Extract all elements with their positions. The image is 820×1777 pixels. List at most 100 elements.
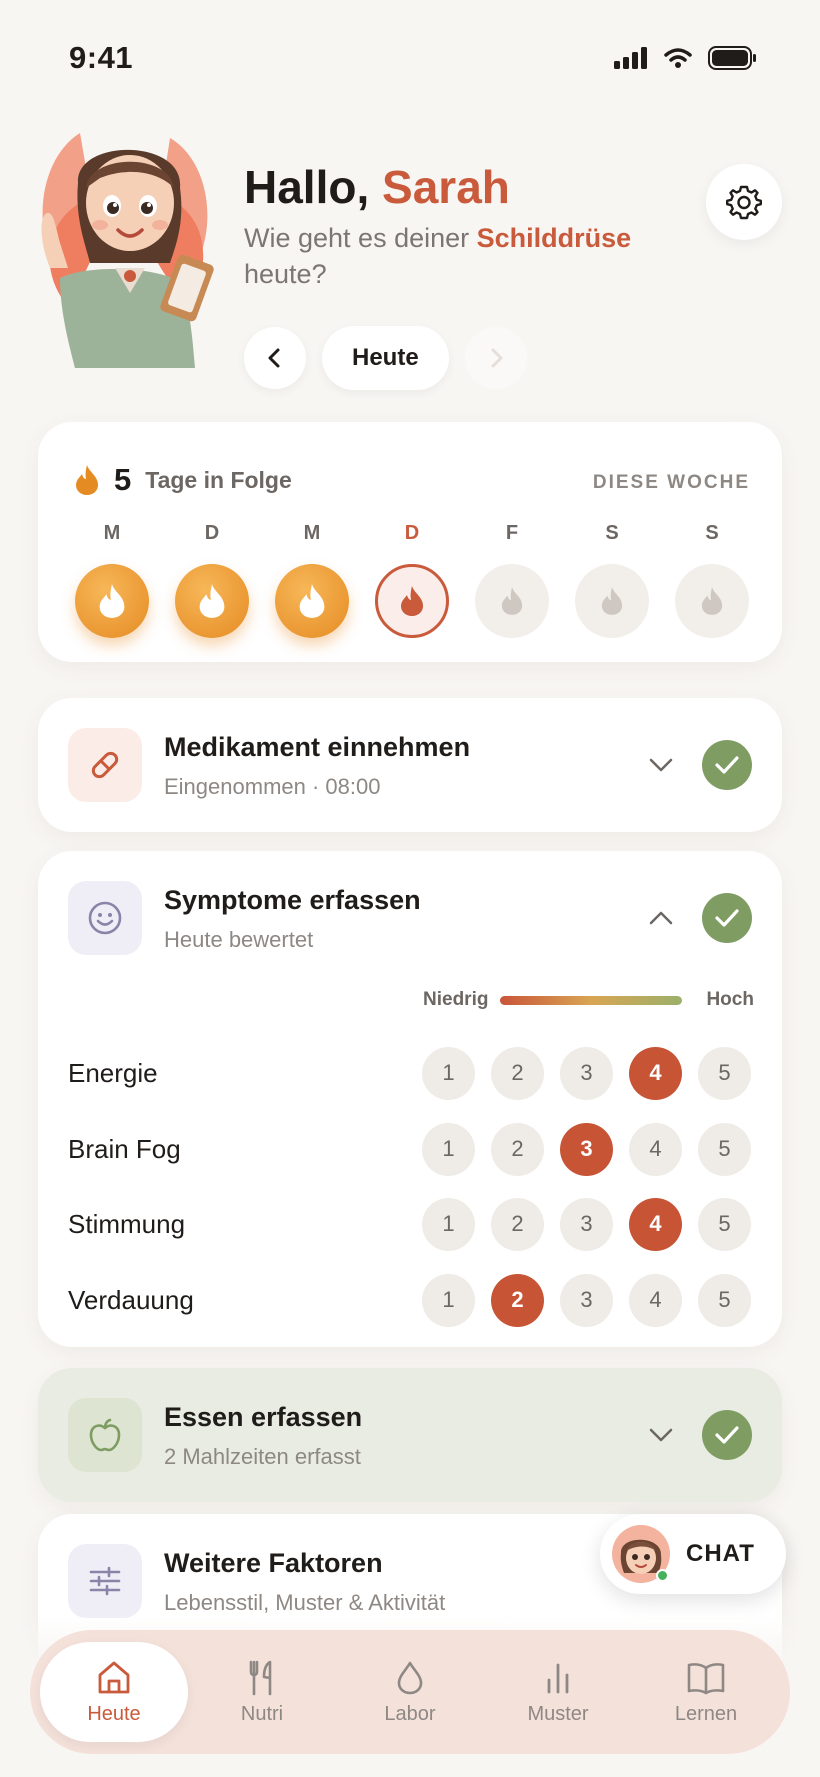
chevron-down-icon [649, 1428, 673, 1442]
drop-icon [397, 1661, 423, 1694]
nav-label: Muster [527, 1702, 589, 1725]
subtitle-before: Wie geht es deiner [244, 223, 470, 253]
nav-label: Labor [384, 1702, 436, 1725]
check-icon [715, 909, 739, 927]
expand-button[interactable] [646, 750, 676, 780]
day-letter: D [204, 522, 220, 544]
symptom-label: Stimmung [68, 1208, 186, 1239]
day-0: M [74, 522, 150, 638]
streak-card: 5 Tage in Folge DIESE WOCHE M D M D F S S [38, 422, 782, 662]
online-indicator [656, 1569, 669, 1582]
flame-icon [601, 587, 623, 615]
nav-item-lernen[interactable]: Lernen [632, 1642, 780, 1742]
subtitle-after: heute? [244, 259, 327, 289]
day-1: D [174, 522, 250, 638]
day-letter: S [705, 522, 719, 544]
rating-options: 12345 [422, 1273, 751, 1327]
chevron-right-icon [491, 348, 503, 368]
rating-option-1[interactable]: 1 [422, 1197, 475, 1251]
completed-check[interactable] [702, 740, 752, 790]
scale-gradient-bar [500, 995, 683, 1005]
week-days: MDMDFSS [74, 522, 750, 638]
bar-chart-icon [547, 1663, 569, 1693]
rating-option-5[interactable]: 5 [698, 1273, 751, 1327]
status-bar: 9:41 [0, 0, 820, 110]
flame-icon [76, 465, 98, 495]
nav-item-heute[interactable]: Heute [40, 1642, 188, 1742]
rating-option-4[interactable]: 4 [629, 1273, 682, 1327]
next-day-button[interactable] [464, 327, 527, 389]
day-3: D [374, 522, 450, 638]
day-status-done [275, 564, 349, 638]
task-card-food[interactable]: Essen erfassen 2 Mahlzeiten erfasst [38, 1368, 782, 1502]
symptom-row: Brain Fog 1 2 3 4 5 [68, 1121, 752, 1177]
rating-option-1[interactable]: 1 [422, 1273, 475, 1327]
day-letter: S [605, 522, 619, 544]
greeting-heading: Hallo, Sarah [244, 160, 510, 214]
flame-icon [299, 584, 325, 618]
rating-option-4[interactable]: 4 [629, 1197, 682, 1251]
rating-option-3[interactable]: 3 [560, 1046, 613, 1100]
greeting-subtitle: Wie geht es deiner Schilddrüse heute? [244, 220, 664, 292]
task-subtitle: Eingenommen · 08:00 [164, 774, 381, 799]
flame-icon [501, 587, 523, 615]
completed-check[interactable] [702, 893, 752, 943]
day-letter: M [103, 522, 121, 544]
day-6: S [674, 522, 750, 638]
rating-option-1[interactable]: 1 [422, 1122, 475, 1176]
rating-option-2[interactable]: 2 [491, 1273, 544, 1327]
streak-label: Tage in Folge [145, 466, 292, 493]
rating-option-4[interactable]: 4 [629, 1122, 682, 1176]
day-status-future [675, 564, 749, 638]
previous-day-button[interactable] [244, 327, 306, 389]
date-navigator: Heute [244, 326, 527, 390]
home-icon [98, 1661, 130, 1693]
assistant-avatar [612, 1525, 670, 1583]
rating-option-5[interactable]: 5 [698, 1046, 751, 1100]
task-subtitle: 2 Mahlzeiten erfasst [164, 1444, 361, 1469]
rating-option-2[interactable]: 2 [491, 1046, 544, 1100]
rating-option-3[interactable]: 3 [560, 1273, 613, 1327]
bottom-navigation: Heute Nutri Labor Muster Lernen [30, 1630, 790, 1754]
status-icons [614, 46, 756, 70]
scale-low-label: Niedrig [423, 989, 489, 1010]
chat-button[interactable]: CHAT [600, 1514, 786, 1594]
task-card-symptoms: Symptome erfassen Heute bewertet Niedrig… [38, 851, 782, 1347]
completed-check[interactable] [702, 1410, 752, 1460]
day-2: M [274, 522, 350, 638]
pill-icon-box [68, 728, 142, 802]
rating-option-3[interactable]: 3 [560, 1122, 613, 1176]
user-name: Sarah [382, 161, 510, 213]
day-5: S [574, 522, 650, 638]
day-4: F [474, 522, 550, 638]
rating-option-2[interactable]: 2 [491, 1122, 544, 1176]
day-status-done [75, 564, 149, 638]
nav-item-nutri[interactable]: Nutri [188, 1642, 336, 1742]
smiley-icon [88, 901, 122, 935]
settings-button[interactable] [706, 164, 782, 240]
task-title: Symptome erfassen [164, 885, 421, 915]
day-status-future [575, 564, 649, 638]
chevron-left-icon [268, 348, 280, 368]
fork-knife-icon [249, 1660, 272, 1695]
sliders-icon [89, 1566, 121, 1596]
collapse-button[interactable] [646, 903, 676, 933]
rating-option-5[interactable]: 5 [698, 1197, 751, 1251]
streak-week-label: DIESE WOCHE [592, 472, 750, 493]
nav-item-labor[interactable]: Labor [336, 1642, 484, 1742]
rating-option-2[interactable]: 2 [491, 1197, 544, 1251]
day-letter: D [404, 522, 420, 544]
nav-item-muster[interactable]: Muster [484, 1642, 632, 1742]
rating-option-3[interactable]: 3 [560, 1197, 613, 1251]
rating-option-4[interactable]: 4 [629, 1046, 682, 1100]
rating-option-1[interactable]: 1 [422, 1046, 475, 1100]
task-card-medication[interactable]: Medikament einnehmen Eingenommen · 08:00 [38, 698, 782, 832]
chevron-up-icon [649, 911, 673, 925]
smiley-icon-box [68, 881, 142, 955]
rating-option-5[interactable]: 5 [698, 1122, 751, 1176]
status-time: 9:41 [69, 40, 134, 75]
expand-button[interactable] [646, 1420, 676, 1450]
current-date-pill[interactable]: Heute [322, 326, 449, 390]
pill-icon [91, 751, 119, 779]
wifi-icon [664, 48, 692, 68]
